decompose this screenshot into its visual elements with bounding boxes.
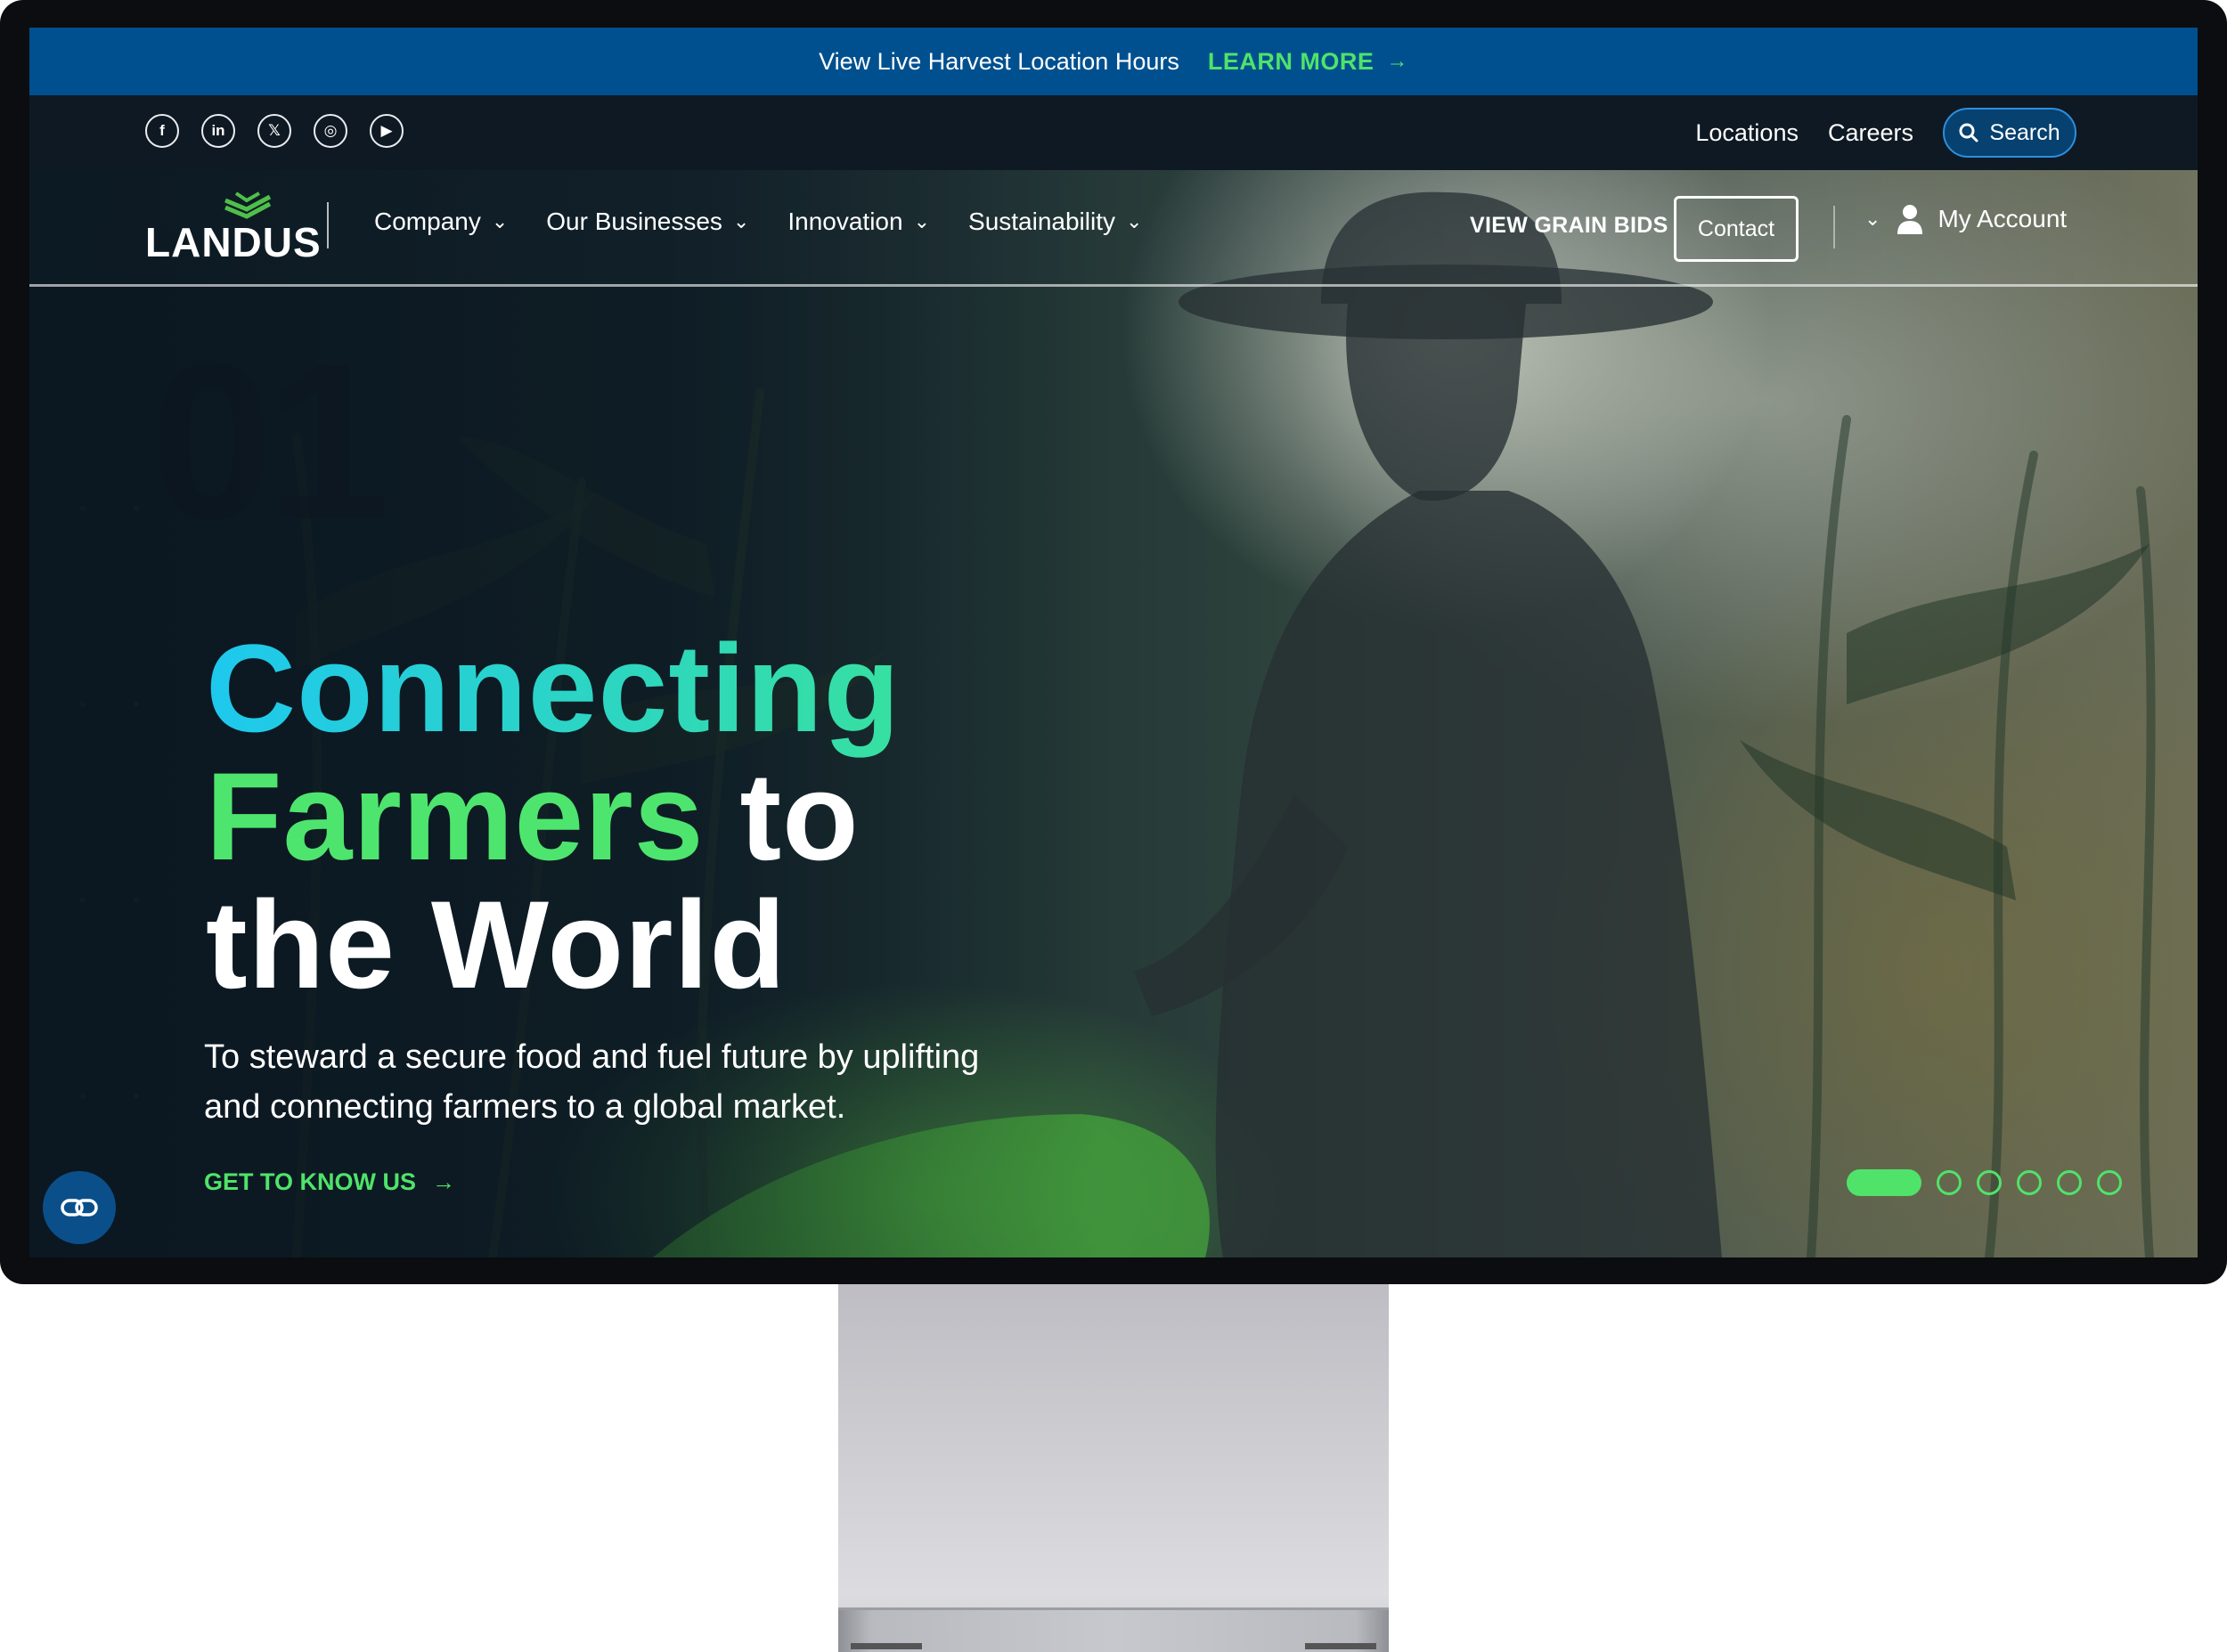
- nav-item-label: Company: [374, 208, 481, 235]
- nav-item-our-businesses[interactable]: Our Businesses ⌄: [546, 208, 749, 236]
- wheat-leaf-icon: [224, 191, 272, 219]
- nav-divider: [1833, 206, 1835, 248]
- nav-menu: Company ⌄ Our Businesses ⌄ Innovation ⌄ …: [374, 208, 1180, 236]
- facebook-icon[interactable]: f: [145, 114, 179, 148]
- chevron-down-icon: ⌄: [1126, 210, 1143, 232]
- x-twitter-icon[interactable]: 𝕏: [257, 114, 291, 148]
- nav-item-label: Sustainability: [968, 208, 1115, 235]
- my-account-menu[interactable]: ⌄ My Account: [1864, 204, 2067, 234]
- learn-more-label: LEARN MORE: [1207, 47, 1375, 75]
- utility-bar: f in 𝕏 ◎ ▶ Locations Careers Search: [29, 95, 2198, 170]
- carousel-dot-6[interactable]: [2097, 1170, 2122, 1195]
- arrow-right-icon: →: [432, 1168, 456, 1195]
- nav-item-company[interactable]: Company ⌄: [374, 208, 508, 236]
- monitor-stand: [838, 1284, 1389, 1649]
- nav-item-label: Our Businesses: [546, 208, 722, 235]
- main-navigation: LANDUS Company ⌄ Our Businesses ⌄ Innova…: [29, 170, 2198, 287]
- search-button[interactable]: Search: [1943, 108, 2076, 158]
- chevron-down-icon: ⌄: [1864, 208, 1881, 230]
- landus-logo[interactable]: LANDUS: [145, 191, 321, 268]
- banner-text: View Live Harvest Location Hours: [819, 47, 1179, 75]
- link-icon: [61, 1199, 98, 1217]
- hero-headline: Connecting Farmers to the World: [206, 624, 901, 1009]
- announcement-banner: View Live Harvest Location Hours LEARN M…: [29, 28, 2198, 95]
- chevron-down-icon: ⌄: [913, 210, 931, 232]
- search-icon: [1959, 123, 1978, 142]
- carousel-pagination: [1847, 1169, 2122, 1196]
- stand-foot: [1305, 1643, 1376, 1649]
- carousel-dot-2[interactable]: [1937, 1170, 1962, 1195]
- nav-item-sustainability[interactable]: Sustainability ⌄: [968, 208, 1142, 236]
- slide-number: 01: [150, 317, 390, 566]
- contact-button[interactable]: Contact: [1674, 196, 1799, 262]
- accessibility-toggle-icon[interactable]: [43, 1171, 116, 1244]
- carousel-dot-5[interactable]: [2057, 1170, 2082, 1195]
- headline-connecting: Connecting: [206, 618, 901, 758]
- linkedin-icon[interactable]: in: [201, 114, 235, 148]
- learn-more-link[interactable]: LEARN MORE →: [1208, 48, 1408, 76]
- nav-divider: [327, 202, 329, 248]
- careers-link[interactable]: Careers: [1828, 119, 1913, 147]
- hero-subtext: To steward a secure food and fuel future…: [204, 1038, 980, 1126]
- headline-farmers: Farmers: [206, 746, 705, 886]
- social-links: f in 𝕏 ◎ ▶: [145, 114, 404, 148]
- search-label: Search: [1989, 119, 2060, 145]
- headline-to: to: [739, 746, 860, 886]
- utility-links: Locations Careers Search: [1695, 108, 2076, 158]
- view-grain-bids-link[interactable]: VIEW GRAIN BIDS: [1470, 213, 1668, 239]
- logo-text: LANDUS: [145, 219, 322, 265]
- user-icon: [1897, 205, 1923, 234]
- cta-label: GET TO KNOW US: [204, 1168, 417, 1195]
- carousel-dot-4[interactable]: [2017, 1170, 2042, 1195]
- carousel-dot-3[interactable]: [1977, 1170, 2002, 1195]
- stand-foot: [851, 1643, 922, 1649]
- nav-item-innovation[interactable]: Innovation ⌄: [787, 208, 930, 236]
- monitor-frame: View Live Harvest Location Hours LEARN M…: [0, 0, 2227, 1284]
- my-account-label: My Account: [1937, 205, 2068, 232]
- chevron-down-icon: ⌄: [491, 210, 509, 232]
- nav-item-label: Innovation: [787, 208, 903, 235]
- screen: View Live Harvest Location Hours LEARN M…: [29, 28, 2198, 1257]
- chevron-down-icon: ⌄: [732, 210, 750, 232]
- carousel-dot-1[interactable]: [1847, 1169, 1921, 1196]
- headline-the-world: the World: [206, 875, 787, 1014]
- locations-link[interactable]: Locations: [1695, 119, 1799, 147]
- instagram-icon[interactable]: ◎: [314, 114, 347, 148]
- arrow-right-icon: →: [1386, 49, 1408, 73]
- get-to-know-us-link[interactable]: GET TO KNOW US →: [204, 1168, 455, 1196]
- youtube-icon[interactable]: ▶: [370, 114, 404, 148]
